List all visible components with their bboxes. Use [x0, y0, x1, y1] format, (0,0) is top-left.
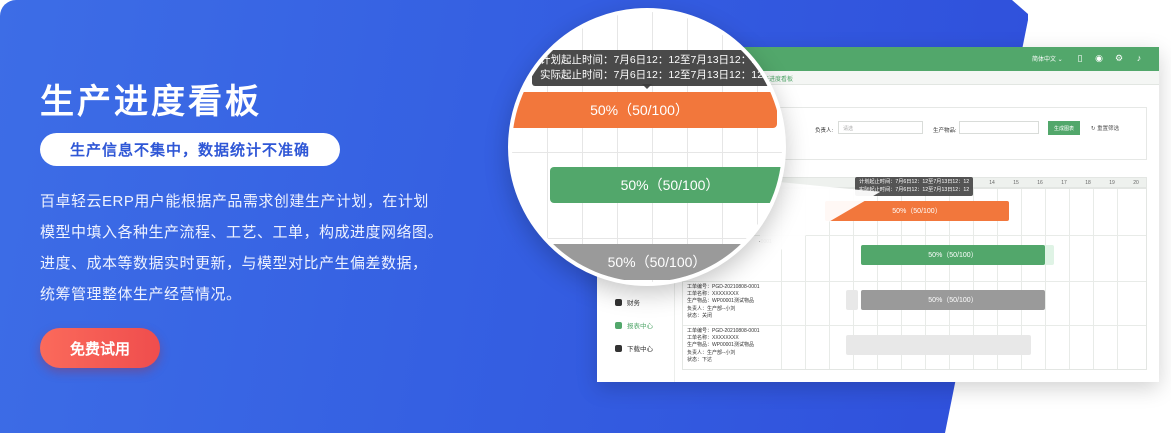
- day-label: 14: [989, 180, 995, 186]
- sidebar-item-label: 下载中心: [627, 346, 653, 353]
- day-label: 18: [1085, 180, 1091, 186]
- lens-bar-orange: 50%（50/100）: [512, 92, 777, 128]
- day-label: 20: [1133, 180, 1139, 186]
- gantt-bar-shadow: [846, 290, 858, 310]
- hero-desc-line: 统筹管理整体生产经营情况。: [40, 286, 242, 303]
- day-label: 16: [1037, 180, 1043, 186]
- language-selector[interactable]: 简体中文 ⌄: [1032, 54, 1063, 63]
- work-order-info: 工单编号：PGD-20210808-0001 工单名称：XXXXXXXX 生产物…: [687, 328, 760, 363]
- sidebar-item-download-center[interactable]: 下载中心: [615, 343, 653, 353]
- bell-icon[interactable]: ♪: [1134, 53, 1144, 63]
- reset-filter-link[interactable]: ↻ 重置筛选: [1091, 124, 1119, 132]
- sidebar-item-label: 财务: [627, 300, 640, 307]
- owner-label: 负责人:: [815, 128, 834, 134]
- day-label: 17: [1061, 180, 1067, 186]
- gantt-bar-orange[interactable]: 50%（50/100）: [825, 201, 1009, 221]
- sidebar-item-report-center[interactable]: 报表中心: [615, 320, 653, 330]
- sidebar-item-label: 报表中心: [627, 323, 653, 330]
- hero-pain-point-pill: 生产信息不集中，数据统计不准确: [40, 133, 340, 166]
- lens-bar-green: 50%（50/100）: [550, 167, 782, 203]
- gantt-bar-empty: [846, 335, 1031, 355]
- hero-desc-line: 模型中填入各种生产流程、工艺、工单，构成进度网络图。: [40, 224, 444, 241]
- gantt-bar-gray[interactable]: 50%（50/100）: [861, 290, 1045, 310]
- gear-icon[interactable]: ⚙: [1114, 53, 1124, 63]
- lens-bar-gray: 50%（50/100）: [512, 244, 782, 280]
- hero-desc-line: 进度、成本等数据实时更新，与模型对比产生偏差数据，: [40, 255, 428, 272]
- lens-tooltip: 计划起止时间：7月6日12：12至7月13日12：12 实际起止时间：7月6日1…: [532, 50, 771, 86]
- magnifier-lens: 计划起止时间：7月6日12：12至7月13日12：12 实际起止时间：7月6日1…: [508, 8, 786, 286]
- phone-icon[interactable]: ▯: [1075, 53, 1085, 63]
- day-label: 15: [1013, 180, 1019, 186]
- free-trial-button[interactable]: 免费试用: [40, 328, 160, 368]
- sidebar-item-finance[interactable]: 财务: [615, 297, 640, 307]
- hero-title: 生产进度看板: [40, 83, 262, 121]
- generate-chart-button[interactable]: 生成图表: [1048, 121, 1081, 135]
- gantt-tooltip: 计划起止时间：7月6日12：12至7月13日12：12 实际起止时间：7月6日1…: [855, 177, 974, 196]
- work-order-info: 工单编号：PGD-20210808-0001 工单名称：XXXXXXXX 生产物…: [687, 284, 760, 319]
- gantt-bar-green[interactable]: 50%（50/100）: [861, 245, 1045, 265]
- finance-icon: [615, 298, 622, 306]
- day-label: 19: [1109, 180, 1115, 186]
- report-icon: [615, 321, 622, 329]
- download-icon: [615, 344, 622, 352]
- owner-select[interactable]: 请选: [838, 121, 923, 134]
- globe-icon[interactable]: ◉: [1094, 53, 1104, 63]
- product-label: 生产物品:: [933, 128, 957, 134]
- hero-description: 百卓轻云ERP用户能根据产品需求创建生产计划，在计划 模型中填入各种生产流程、工…: [40, 186, 470, 310]
- hero-desc-line: 百卓轻云ERP用户能根据产品需求创建生产计划，在计划: [40, 193, 429, 210]
- product-input[interactable]: [959, 121, 1039, 134]
- lens-tooltip-arrow: [642, 84, 652, 89]
